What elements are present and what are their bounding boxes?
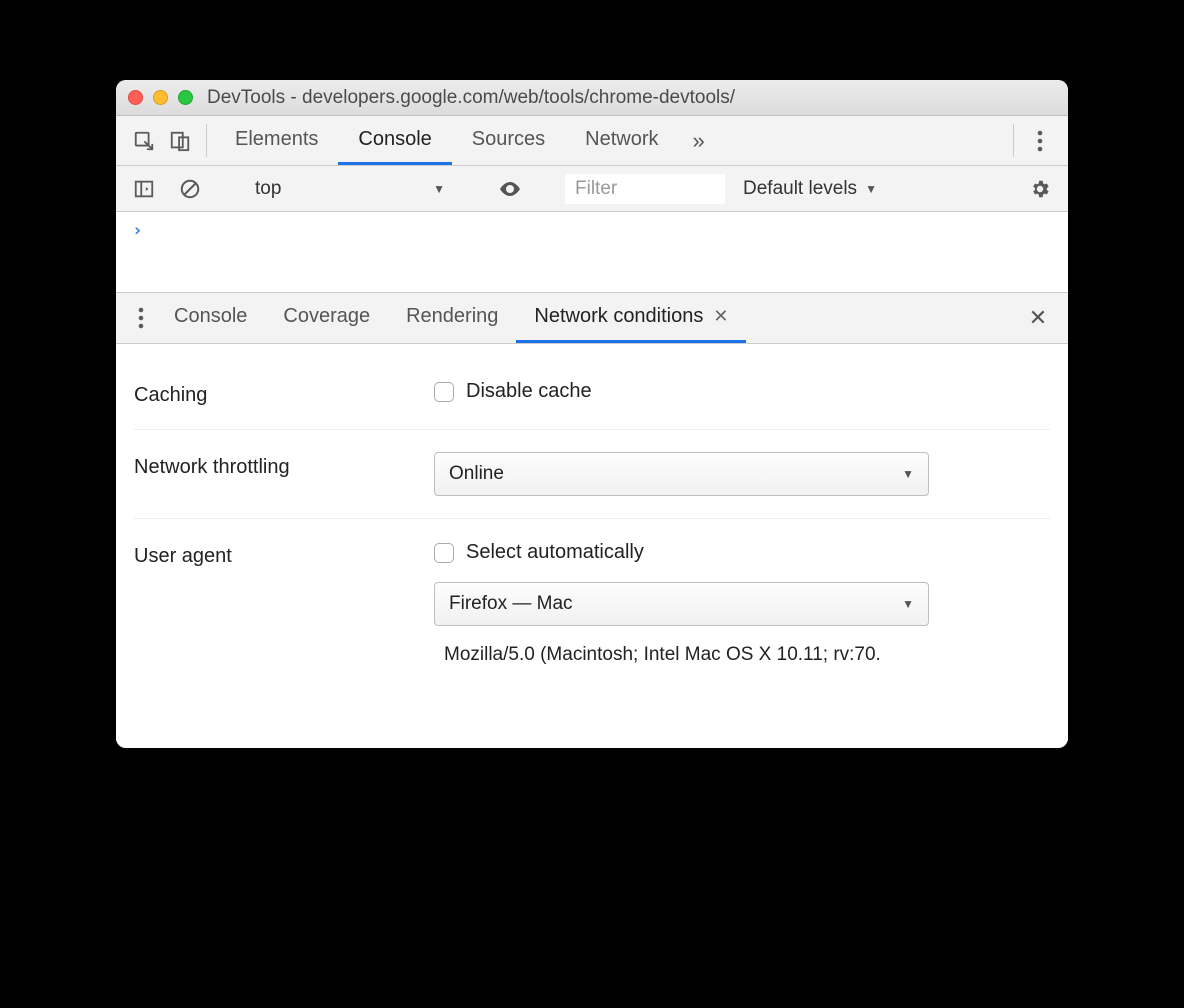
network-conditions-panel: Caching Disable cache Network throttling… bbox=[116, 344, 1068, 748]
throttling-value: Online bbox=[449, 463, 504, 485]
live-expression-icon[interactable] bbox=[492, 177, 528, 201]
select-automatically-checkbox[interactable] bbox=[434, 543, 454, 563]
close-drawer-icon[interactable]: ✕ bbox=[1018, 293, 1058, 343]
divider bbox=[206, 124, 207, 157]
disable-cache-label: Disable cache bbox=[466, 380, 592, 403]
dropdown-triangle-icon: ▼ bbox=[865, 182, 877, 196]
main-toolbar: Elements Console Sources Network » bbox=[116, 116, 1068, 166]
levels-label: Default levels bbox=[743, 178, 857, 200]
drawer-tab-label: Network conditions bbox=[534, 305, 703, 328]
maximize-window-button[interactable] bbox=[178, 90, 193, 105]
user-agent-row: User agent Select automatically Firefox … bbox=[134, 519, 1050, 688]
dropdown-triangle-icon: ▼ bbox=[902, 597, 914, 611]
execution-context-selector[interactable]: top ▼ bbox=[245, 178, 455, 200]
window-titlebar: DevTools - developers.google.com/web/too… bbox=[116, 80, 1068, 116]
user-agent-string: Mozilla/5.0 (Macintosh; Intel Mac OS X 1… bbox=[434, 644, 1050, 666]
drawer-more-icon[interactable] bbox=[126, 293, 156, 343]
divider bbox=[1013, 124, 1014, 157]
user-agent-preset: Firefox — Mac bbox=[449, 593, 573, 615]
drawer-tab-console[interactable]: Console bbox=[156, 293, 265, 343]
log-levels-selector[interactable]: Default levels ▼ bbox=[735, 178, 885, 200]
user-agent-label: User agent bbox=[134, 541, 434, 568]
close-tab-icon[interactable]: ✕ bbox=[713, 306, 728, 327]
tab-network[interactable]: Network bbox=[565, 116, 678, 165]
more-tabs-chevron-icon[interactable]: » bbox=[679, 116, 719, 165]
show-console-sidebar-icon[interactable] bbox=[126, 178, 162, 200]
inspect-element-icon[interactable] bbox=[126, 116, 162, 165]
select-automatically-label: Select automatically bbox=[466, 541, 644, 564]
user-agent-select[interactable]: Firefox — Mac ▼ bbox=[434, 582, 929, 626]
main-tabs: Elements Console Sources Network » bbox=[215, 116, 1005, 165]
drawer-tab-rendering[interactable]: Rendering bbox=[388, 293, 516, 343]
disable-cache-checkbox[interactable] bbox=[434, 382, 454, 402]
tab-sources[interactable]: Sources bbox=[452, 116, 565, 165]
caching-row: Caching Disable cache bbox=[134, 358, 1050, 430]
context-label: top bbox=[255, 178, 281, 200]
throttling-select[interactable]: Online ▼ bbox=[434, 452, 929, 496]
clear-console-icon[interactable] bbox=[172, 178, 208, 200]
tab-console[interactable]: Console bbox=[338, 116, 451, 165]
devtools-window: DevTools - developers.google.com/web/too… bbox=[116, 80, 1068, 748]
window-title: DevTools - developers.google.com/web/too… bbox=[207, 87, 735, 109]
dropdown-triangle-icon: ▼ bbox=[902, 467, 914, 481]
dropdown-triangle-icon: ▼ bbox=[433, 182, 445, 196]
caching-label: Caching bbox=[134, 380, 434, 407]
throttling-row: Network throttling Online ▼ bbox=[134, 430, 1050, 519]
drawer-tabs: Console Coverage Rendering Network condi… bbox=[116, 292, 1068, 344]
console-prompt-caret-icon: › bbox=[132, 220, 143, 241]
console-settings-gear-icon[interactable] bbox=[1022, 178, 1058, 200]
console-toolbar: top ▼ Default levels ▼ bbox=[116, 166, 1068, 212]
minimize-window-button[interactable] bbox=[153, 90, 168, 105]
tab-elements[interactable]: Elements bbox=[215, 116, 338, 165]
drawer-tab-coverage[interactable]: Coverage bbox=[265, 293, 388, 343]
traffic-lights bbox=[128, 90, 193, 105]
device-toolbar-icon[interactable] bbox=[162, 116, 198, 165]
close-window-button[interactable] bbox=[128, 90, 143, 105]
settings-kebab-icon[interactable] bbox=[1022, 116, 1058, 165]
console-output[interactable]: › bbox=[116, 212, 1068, 292]
drawer-tab-network-conditions[interactable]: Network conditions ✕ bbox=[516, 293, 746, 343]
filter-input[interactable] bbox=[565, 174, 725, 204]
throttling-label: Network throttling bbox=[134, 452, 434, 479]
